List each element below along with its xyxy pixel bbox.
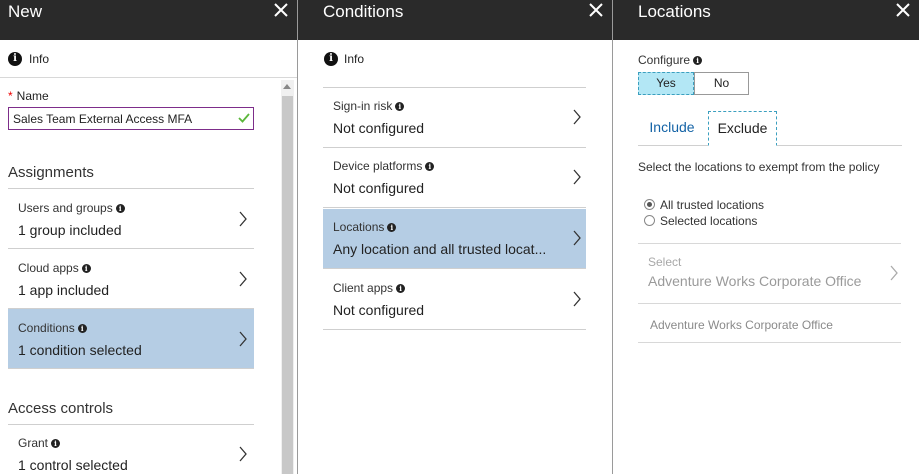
row-label: Device platforms i [333,159,435,173]
row-label: Conditions i [18,321,87,335]
users-and-groups-item[interactable]: Users and groups i 1 group included [8,189,254,249]
chevron-right-icon [239,211,247,227]
device-platforms-item[interactable]: Device platforms i Not configured [323,148,586,208]
row-value: Any location and all trusted locat... [333,241,547,257]
row-value: Not configured [333,120,425,136]
info-icon: i [77,324,87,333]
configure-no-button[interactable]: No [694,72,749,95]
info-link[interactable]: i Info [298,40,612,78]
chevron-right-icon [573,230,581,246]
row-label: Grant i [18,436,61,450]
info-icon: i [115,204,125,213]
row-value: 1 condition selected [18,342,142,358]
name-field-label: * Name [8,89,49,103]
info-icon: i [396,284,406,293]
radio-label: All trusted locations [660,198,765,212]
radio-label: Selected locations [660,214,758,228]
assignments-heading: Assignments [8,164,94,181]
chevron-right-icon [239,331,247,347]
close-icon[interactable] [273,2,289,18]
info-icon: i [693,56,703,65]
row-value: 1 control selected [18,457,128,473]
sign-in-risk-item[interactable]: Sign-in risk i Not configured [323,88,586,148]
chevron-right-icon [239,446,247,462]
chevron-right-icon [573,291,581,307]
row-label: Locations i [333,220,397,234]
access-controls-heading: Access controls [8,400,114,417]
info-icon: i [8,52,22,66]
selected-location-item: Adventure Works Corporate Office [638,304,901,343]
chevron-right-icon [239,271,247,287]
info-icon: i [324,52,338,66]
close-icon[interactable] [895,2,911,18]
chevron-right-icon [573,169,581,185]
checkmark-icon [238,113,250,123]
tab-include[interactable]: Include [639,111,705,146]
row-value: Not configured [333,180,425,196]
row-value: Not configured [333,302,425,318]
exclude-description: Select the locations to exempt from the … [638,160,880,174]
row-label: Client apps i [333,281,406,295]
locations-item[interactable]: Locations i Any location and all trusted … [323,209,586,269]
blade-header: Conditions [298,0,612,40]
radio-all-trusted-locations[interactable] [644,199,655,210]
grant-item[interactable]: Grant i 1 control selected [8,424,254,474]
configure-yes-button[interactable]: Yes [638,72,694,95]
select-locations-picker[interactable]: Select Adventure Works Corporate Office [638,243,901,304]
info-icon: i [395,102,405,111]
row-label: Sign-in risk i [333,99,405,113]
client-apps-item[interactable]: Client apps i Not configured [323,270,586,330]
scroll-up-icon[interactable] [283,84,291,89]
info-link[interactable]: i Info [0,40,297,78]
conditions-item[interactable]: Conditions i 1 condition selected [8,309,254,369]
select-label: Select [648,255,682,269]
tab-exclude[interactable]: Exclude [708,111,777,146]
info-label: Info [344,52,365,66]
blade-title: Conditions [323,2,404,21]
row-label: Cloud apps i [18,261,91,275]
blade-title: New [8,2,43,21]
chevron-right-icon [890,265,898,281]
scrollbar-thumb[interactable] [282,96,293,474]
row-value: 1 app included [18,282,110,298]
info-icon: i [425,162,435,171]
policy-name-input[interactable] [8,107,254,130]
info-icon: i [51,439,61,448]
blade-title: Locations [638,2,711,21]
chevron-right-icon [573,109,581,125]
blade-header: Locations [613,0,919,40]
select-value: Adventure Works Corporate Office [648,273,862,289]
cloud-apps-item[interactable]: Cloud apps i 1 app included [8,249,254,309]
blade-header: New [0,0,297,40]
location-name: Adventure Works Corporate Office [650,318,833,332]
info-icon: i [81,264,91,273]
close-icon[interactable] [588,2,604,18]
row-value: 1 group included [18,222,122,238]
name-label-text: Name [16,89,49,103]
row-label: Users and groups i [18,201,125,215]
radio-selected-locations[interactable] [644,215,655,226]
configure-label: Configure i [638,53,703,67]
info-icon: i [387,223,397,232]
info-label: Info [29,52,50,66]
